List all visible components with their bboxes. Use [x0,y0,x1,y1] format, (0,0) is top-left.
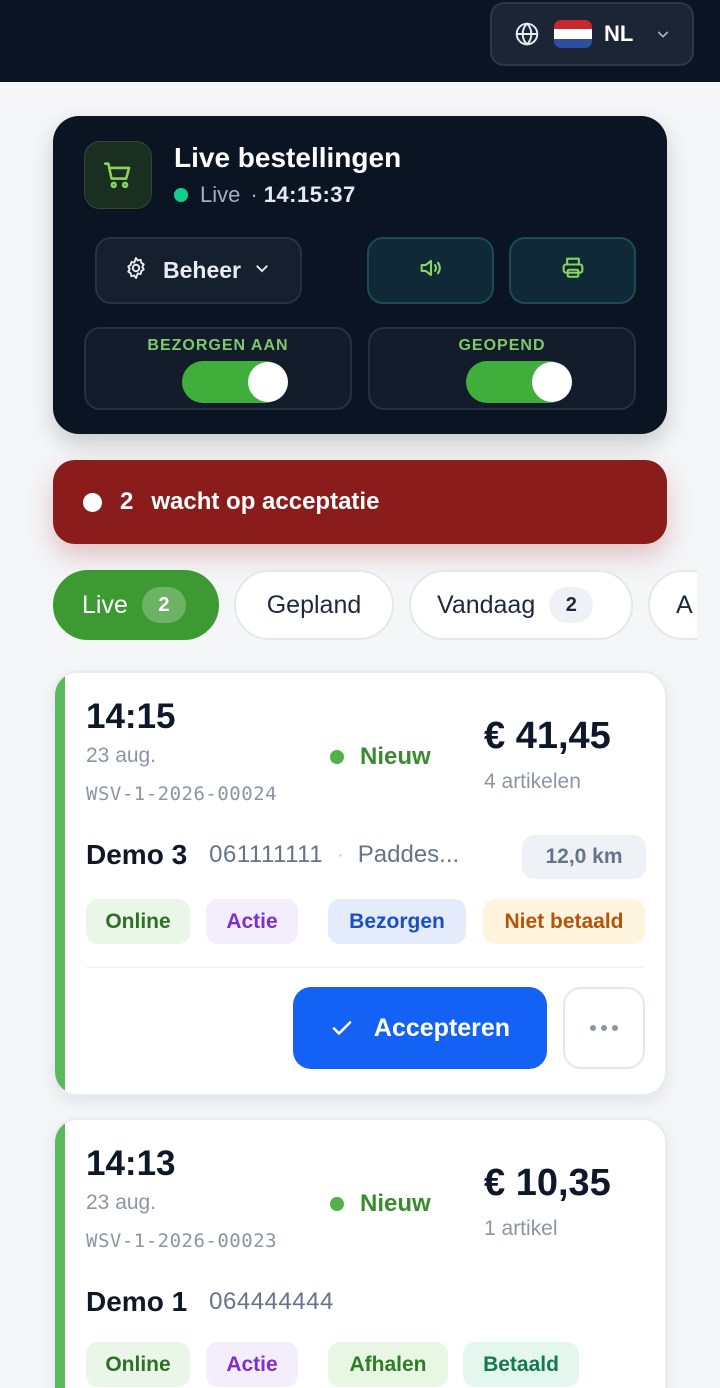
chevron-down-icon [655,26,671,42]
order-date: 23 aug. [86,744,157,767]
chip-afhalen: Afhalen [328,1342,448,1387]
chip-betaald: Betaald [463,1342,579,1387]
status-dot-icon [330,750,344,764]
tab-other[interactable]: A [648,570,697,640]
tab-live[interactable]: Live 2 [53,570,219,640]
chip-actie: Actie [206,1342,298,1387]
alert-text: wacht op acceptatie [151,488,380,515]
chip-actie: Actie [206,899,298,944]
manage-label: Beheer [163,257,241,283]
live-dot-icon [174,188,188,202]
order-price: € 10,35 [484,1162,611,1204]
print-button[interactable] [509,237,636,304]
top-bar: NL [0,0,720,82]
status-dot-icon [330,1197,344,1211]
distance-badge: 12,0 km [522,835,646,879]
order-item-count: 4 artikelen [484,770,581,793]
tab-label: Live [82,590,128,619]
netherlands-flag-icon [554,20,592,48]
status-separator: · [250,182,258,207]
live-status: Live · 14:15:37 [174,182,356,208]
language-code: NL [604,21,634,46]
chip-online: Online [86,899,190,944]
delivery-toggle-card: BEZORGEN AAN [84,327,352,410]
panel-title: Live bestellingen [174,142,402,173]
order-filter-tabs: Live 2 Gepland Vandaag 2 A [53,570,697,642]
more-horizontal-icon [590,1025,618,1031]
delivery-toggle-label: BEZORGEN AAN [147,337,289,354]
customer-name: Demo 3 [86,839,188,870]
live-orders-panel: Live bestellingen Live · 14:15:37 Beheer… [53,116,667,434]
customer-address: Paddes... [357,841,460,868]
chip-online: Online [86,1342,190,1387]
tab-label: Gepland [266,590,362,619]
order-status: Nieuw [330,1190,431,1218]
customer-info: Demo 1 064444444 [86,1286,334,1318]
order-card[interactable]: 14:15 23 aug. WSV-1-2026-00024 Nieuw € 4… [53,671,667,1096]
customer-info: Demo 3 061111111 · Paddes... [86,839,459,871]
order-card[interactable]: 14:13 23 aug. WSV-1-2026-00023 Nieuw € 1… [53,1118,667,1388]
customer-name: Demo 1 [86,1286,188,1317]
alert-dot-icon [83,492,102,512]
more-options-button[interactable] [563,987,645,1069]
order-status: Nieuw [330,743,431,771]
tab-gepland[interactable]: Gepland [234,570,394,640]
order-status-label: Nieuw [360,743,431,770]
opened-toggle-label: GEOPEND [458,337,546,354]
tab-count-badge: 2 [141,587,186,623]
pending-acceptance-alert[interactable]: 2 wacht op acceptatie [53,460,667,544]
tab-count-badge: 2 [549,587,594,623]
order-price: € 41,45 [484,715,611,757]
chevron-down-icon [253,259,271,282]
manage-dropdown-button[interactable]: Beheer [95,237,302,304]
card-divider [86,967,643,968]
customer-phone[interactable]: 061111111 [209,841,323,869]
chip-bezorgen: Bezorgen [328,899,466,944]
cart-icon [84,141,152,209]
opened-toggle-card: GEOPEND [368,327,636,410]
accept-label: Accepteren [373,1013,511,1042]
tab-label: A [676,590,693,619]
opened-switch[interactable] [466,361,572,403]
alert-count: 2 [120,488,134,515]
status-label: Live [200,182,241,207]
live-clock: 14:15:37 [263,182,356,207]
tab-label: Vandaag [437,590,536,619]
delivery-switch[interactable] [182,361,288,403]
globe-icon [514,21,540,47]
language-selector[interactable]: NL [490,2,694,66]
sound-toggle-button[interactable] [367,237,494,304]
checkmark-icon [332,1021,352,1035]
order-time: 14:15 [86,697,176,736]
order-id: WSV-1-2026-00024 [86,783,278,805]
switch-knob [248,362,288,402]
switch-knob [532,362,572,402]
gear-icon [123,255,149,286]
printer-icon [559,254,587,287]
order-time: 14:13 [86,1144,176,1183]
chip-niet-betaald: Niet betaald [483,899,645,944]
accept-button[interactable]: Accepteren [293,987,547,1069]
order-item-count: 1 artikel [484,1217,558,1240]
order-status-label: Nieuw [360,1190,431,1217]
order-id: WSV-1-2026-00023 [86,1230,278,1252]
order-date: 23 aug. [86,1191,157,1214]
customer-phone[interactable]: 064444444 [209,1288,334,1316]
customer-separator: · [337,843,344,866]
speaker-icon [417,254,445,287]
tab-vandaag[interactable]: Vandaag 2 [409,570,633,640]
